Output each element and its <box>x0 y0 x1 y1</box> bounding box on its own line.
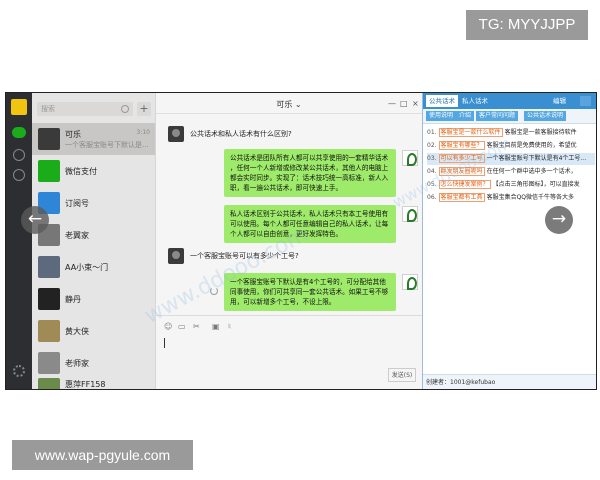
chat-item-preview: 一个客服宝账号下默认是... <box>65 141 149 149</box>
chat-item-aa[interactable]: AA小束～门 <box>32 251 155 283</box>
avatar <box>38 320 60 342</box>
chat-item-name: 微信支付 <box>65 167 97 176</box>
text-caret <box>164 338 165 348</box>
panel-menu-icon[interactable] <box>580 96 591 106</box>
chat-item-name: 可乐 <box>65 130 81 139</box>
panel-tab-bar: 公共话术 私人话术 编辑 <box>423 93 596 109</box>
folder-icon[interactable]: ▭ <box>178 322 186 331</box>
avatar <box>38 288 60 310</box>
search-placeholder: 搜索 <box>41 105 55 113</box>
faq-button[interactable]: 客户常问问题 <box>476 111 519 121</box>
chat-list: 搜索 + 可乐 一个客服宝账号下默认是... 3:10 微信支付 订阅号 老翼家… <box>32 93 156 389</box>
send-button[interactable]: 发送(S) <box>388 368 416 382</box>
scissors-icon[interactable]: ✂ <box>193 322 200 331</box>
message-line: 私人话术区别于公共话术，私人话术只有本工号使用有 <box>230 210 389 218</box>
self-avatar <box>402 274 418 290</box>
message-line: 公共话术是团队所有人都可以共享使用的一套精华话术 <box>230 154 389 162</box>
avatar <box>38 160 60 182</box>
chat-item-wechat-pay[interactable]: 微信支付 <box>32 155 155 187</box>
message-line: 可以使用。每个人都可任意编辑自己的私人话术，让每 <box>230 220 389 228</box>
panel-footer: 创建者：1001@kefubao <box>423 374 596 389</box>
chat-item-huiping[interactable]: 惠萍FF158 <box>32 373 155 389</box>
chat-item-name: 静丹 <box>65 295 81 304</box>
search-input[interactable]: 搜索 <box>37 102 133 116</box>
chat-item-name: 老师家 <box>65 359 89 368</box>
chat-item-jingdan[interactable]: 静丹 <box>32 283 155 315</box>
tab-public-scripts[interactable]: 公共话术 <box>426 95 458 107</box>
emoji-icon[interactable]: ☺ <box>164 322 172 331</box>
message-line: 一个客服宝账号下默认是有4个工号的，可分配给其他 <box>230 278 386 286</box>
message-bubble: 一个客服宝账号下默认是有4个工号的，可分配给其他 同事使用，你们可共享同一套公共… <box>224 273 396 311</box>
chat-item-name: AA小束～门 <box>65 263 109 272</box>
search-icon <box>121 105 129 113</box>
message-line: 都会实时同步。实现了：话术技巧统一高标准，新人入 <box>230 174 389 182</box>
minimize-icon[interactable]: — <box>388 99 396 108</box>
chat-title[interactable]: 可乐 ⌄ <box>156 99 422 110</box>
message-bubble: 私人话术区别于公共话术，私人话术只有本工号使用有 可以使用。每个人都可任意编辑自… <box>224 205 396 243</box>
nav-rail <box>6 93 32 389</box>
site-badge: www.wap-pgyule.com <box>12 440 193 470</box>
message-text: 公共话术和私人话术有什么区别? <box>190 130 292 138</box>
message-line: ，任何一个人新增或修改某公共话术，其他人的电脑上 <box>230 164 389 172</box>
tg-badge: TG: MYYJJPP <box>466 10 588 40</box>
script-item[interactable]: 01. 客服宝是一款什么软件 客服宝是一款客服接待软件 <box>427 127 595 139</box>
app-window: 搜索 + 可乐 一个客服宝账号下默认是... 3:10 微信支付 订阅号 老翼家… <box>5 92 597 390</box>
avatar <box>38 378 60 389</box>
contact-avatar <box>168 248 184 264</box>
message-line: 职，看一遍公共话术，即可快速上手。 <box>230 184 343 192</box>
microphone-icon[interactable]: ♮ <box>228 322 231 331</box>
maximize-icon[interactable]: □ <box>400 99 408 108</box>
intro-button[interactable]: 介绍 <box>456 111 475 121</box>
prev-arrow-icon[interactable]: ← <box>21 206 49 234</box>
chat-icon[interactable] <box>12 127 26 138</box>
edit-button[interactable]: 编辑 <box>553 95 566 107</box>
chat-item-laoyi[interactable]: 老翼家 <box>32 219 155 251</box>
chat-item-subscriptions[interactable]: 订阅号 <box>32 187 155 219</box>
next-arrow-icon[interactable]: → <box>545 206 573 234</box>
usage-guide-button[interactable]: 使用说明 <box>426 111 457 121</box>
message-line: 个人都可以自由创意，更好发挥特色。 <box>230 230 343 238</box>
settings-gear-icon[interactable] <box>13 365 25 377</box>
chat-item-name: 黄大侠 <box>65 327 89 336</box>
video-icon[interactable]: ▣ <box>212 322 220 331</box>
script-item[interactable]: 06. 客服宝都有工具 客服宝集合QQ微信千牛等各大多 <box>427 192 595 204</box>
message-composer[interactable]: ☺ ▭ ✂ ▣ ♮ 发送(S) <box>156 315 422 389</box>
chat-item-kele[interactable]: 可乐 一个客服宝账号下默认是... 3:10 <box>32 123 155 155</box>
chat-item-name: 订阅号 <box>65 199 89 208</box>
chat-item-name: 惠萍FF158 <box>65 380 106 389</box>
panel-button-bar: 使用说明 介绍 客户常问问题 公共话术说明 <box>423 109 596 124</box>
app-logo-icon <box>11 99 27 115</box>
favorites-icon[interactable] <box>13 169 25 181</box>
public-script-guide-button[interactable]: 公共话术说明 <box>524 111 567 121</box>
message-bubble: 公共话术是团队所有人都可以共享使用的一套精华话术 ，任何一个人新增或修改某公共话… <box>224 149 396 197</box>
avatar <box>38 352 60 374</box>
reply-panel: 公共话术 私人话术 编辑 使用说明 介绍 客户常问问题 公共话术说明 01. 客服… <box>422 93 596 389</box>
tab-private-scripts[interactable]: 私人话术 <box>459 95 491 107</box>
add-chat-button[interactable]: + <box>137 102 151 116</box>
divider <box>156 113 422 114</box>
avatar <box>38 256 60 278</box>
self-avatar <box>402 150 418 166</box>
contacts-icon[interactable] <box>13 149 25 161</box>
close-icon[interactable]: × <box>412 99 419 108</box>
chat-item-name: 老翼家 <box>65 231 89 240</box>
message-line: 同事使用，你们可共享同一套公共话术。如果工号不够 <box>230 288 389 296</box>
message-line: 用，可以新增多个工号，不设上限。 <box>230 298 336 306</box>
contact-avatar <box>168 126 184 142</box>
chat-item-time: 3:10 <box>136 129 150 136</box>
chat-item-huangdaxia[interactable]: 黄大侠 <box>32 315 155 347</box>
avatar <box>38 128 60 150</box>
